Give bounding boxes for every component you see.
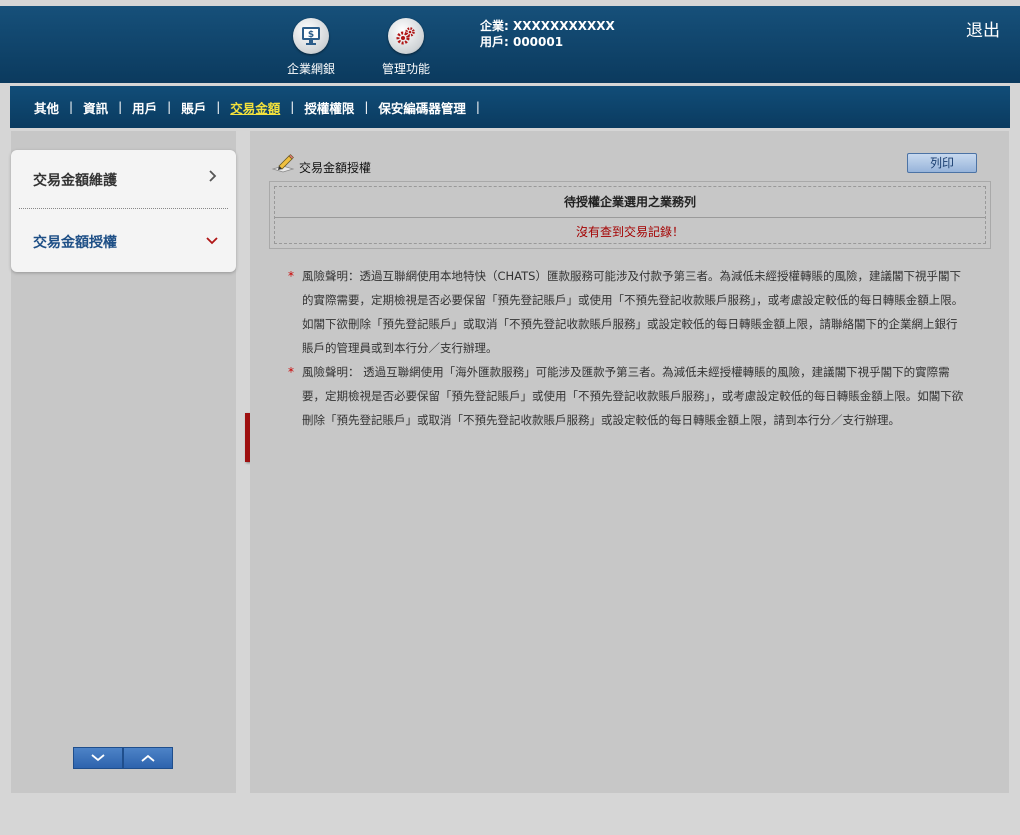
- risk-notes: * 風險聲明：透過互聯網使用本地特快（CHATS）匯款服務可能涉及付款予第三者。…: [288, 264, 968, 432]
- table-inner: 待授權企業選用之業務列 沒有查到交易記錄！: [274, 186, 986, 244]
- chevron-down-icon: [91, 754, 105, 762]
- nav-item-security-device[interactable]: 保安編碼器管理: [368, 98, 476, 117]
- sidebar: 交易金額維護 交易金額授權: [11, 131, 236, 793]
- ebanking-button[interactable]: $ 企業網銀: [271, 18, 351, 77]
- risk-note-text: 風險聲明：透過互聯網使用本地特快（CHATS）匯款服務可能涉及付款予第三者。為減…: [302, 269, 964, 355]
- main-content: 交易金額授權 列印 待授權企業選用之業務列 沒有查到交易記錄！ * 風險聲明：透…: [250, 131, 1009, 793]
- app-header: $ 企業網銀 管理功能 企業: XXXXXXXXXXX 用戶: 000001 退…: [0, 6, 1020, 83]
- risk-note-text: 風險聲明： 透過互聯網使用「海外匯款服務」可能涉及匯款予第三者。為減低未經授權轉…: [302, 365, 964, 427]
- print-button[interactable]: 列印: [907, 153, 977, 173]
- risk-note: * 風險聲明：透過互聯網使用本地特快（CHATS）匯款服務可能涉及付款予第三者。…: [288, 264, 968, 360]
- sidebar-item-amount-maintenance[interactable]: 交易金額維護: [19, 150, 228, 210]
- gears-icon: [388, 18, 424, 54]
- ebanking-label: 企業網銀: [286, 62, 335, 76]
- pending-authorization-table: 待授權企業選用之業務列 沒有查到交易記錄！: [269, 181, 991, 249]
- account-info: 企業: XXXXXXXXXXX 用戶: 000001: [480, 18, 615, 50]
- chevron-up-icon: [141, 754, 155, 762]
- nav-separator: |: [475, 100, 480, 114]
- sidebar-scroll-controls: [73, 747, 173, 769]
- nav-item-accounts[interactable]: 賬戶: [171, 98, 216, 117]
- logout-button[interactable]: 退出: [966, 16, 1000, 41]
- sidebar-divider: [19, 208, 228, 209]
- asterisk-icon: *: [288, 365, 294, 379]
- chevron-right-icon: [208, 170, 218, 186]
- nav-item-info[interactable]: 資訊: [73, 98, 118, 117]
- sidebar-item-amount-authorization[interactable]: 交易金額授權: [19, 212, 228, 272]
- sidebar-menu: 交易金額維護 交易金額授權: [11, 150, 236, 272]
- pencil-note-icon: [271, 153, 295, 176]
- nav-item-authorization-rights[interactable]: 授權權限: [294, 98, 364, 117]
- sidebar-item-label: 交易金額授權: [33, 235, 117, 251]
- page-title-text: 交易金額授權: [299, 161, 372, 175]
- main-nav: 其他 | 資訊 | 用戶 | 賬戶 | 交易金額 | 授權權限 | 保安編碼器管…: [10, 86, 1010, 128]
- monitor-dollar-icon: $: [293, 18, 329, 54]
- company-id: 企業: XXXXXXXXXXX: [480, 19, 615, 33]
- scroll-down-button[interactable]: [73, 747, 123, 769]
- svg-text:$: $: [308, 30, 314, 40]
- sidebar-item-label: 交易金額維護: [33, 173, 117, 189]
- page-title: 交易金額授權: [271, 153, 371, 176]
- risk-note: * 風險聲明： 透過互聯網使用「海外匯款服務」可能涉及匯款予第三者。為減低未經授…: [288, 360, 968, 432]
- scroll-up-button[interactable]: [123, 747, 173, 769]
- management-label: 管理功能: [381, 62, 430, 76]
- user-id: 用戶: 000001: [480, 35, 564, 49]
- asterisk-icon: *: [288, 269, 294, 283]
- nav-item-other[interactable]: 其他: [24, 98, 69, 117]
- nav-item-users[interactable]: 用戶: [122, 98, 167, 117]
- chevron-down-icon: [206, 234, 218, 250]
- table-header: 待授權企業選用之業務列: [275, 187, 985, 218]
- nav-item-transaction-amount[interactable]: 交易金額: [220, 98, 290, 117]
- empty-message: 沒有查到交易記錄！: [575, 225, 684, 239]
- management-button[interactable]: 管理功能: [366, 18, 446, 77]
